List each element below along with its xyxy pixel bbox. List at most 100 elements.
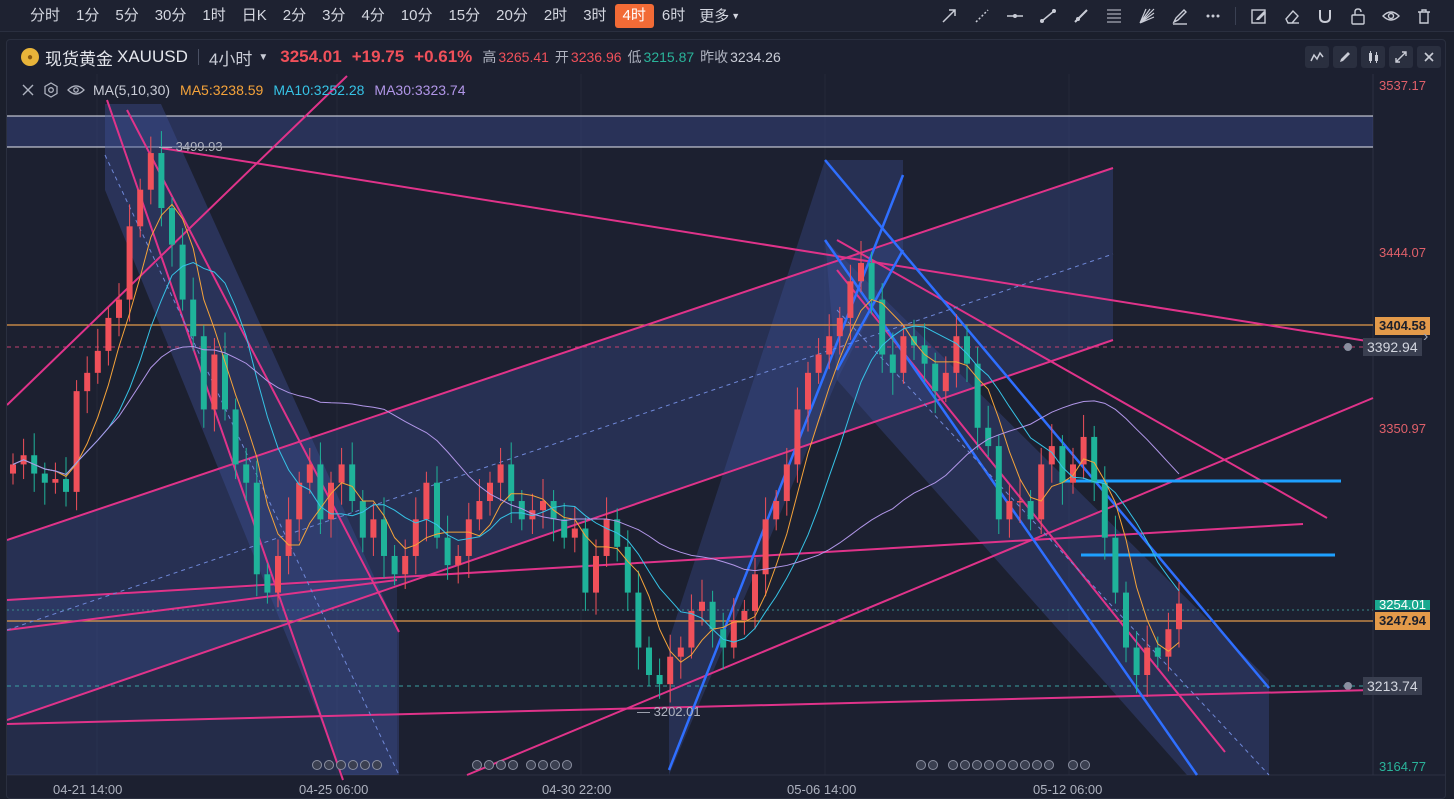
interval-tab[interactable]: 15分: [440, 4, 488, 28]
event-marker[interactable]: [336, 760, 346, 770]
event-marker[interactable]: [1068, 760, 1078, 770]
event-marker[interactable]: [960, 760, 970, 770]
candle[interactable]: [995, 446, 1002, 520]
candle[interactable]: [232, 409, 239, 465]
candle[interactable]: [455, 555, 462, 566]
chevron-right-icon[interactable]: ›: [1423, 328, 1439, 348]
candle[interactable]: [63, 479, 69, 492]
candle[interactable]: [656, 675, 663, 685]
candle[interactable]: [116, 299, 122, 318]
event-marker[interactable]: [1044, 760, 1054, 770]
more-dots-icon[interactable]: [1196, 0, 1229, 32]
gann-fan-icon[interactable]: [1130, 0, 1163, 32]
interval-tab[interactable]: 30分: [147, 4, 195, 28]
symbol-code[interactable]: XAUUSD: [117, 47, 188, 67]
event-marker[interactable]: [526, 760, 536, 770]
interval-tab[interactable]: 3分: [314, 4, 353, 28]
settings-icon[interactable]: [43, 82, 59, 98]
event-marker[interactable]: [984, 760, 994, 770]
event-marker[interactable]: [550, 760, 560, 770]
candle[interactable]: [306, 464, 313, 483]
chart-canvas[interactable]: — 3499.93 — 3202.01: [7, 40, 1446, 799]
more-intervals-button[interactable]: 更多 ▼: [693, 5, 746, 26]
candle[interactable]: [699, 601, 705, 611]
candle[interactable]: [826, 336, 833, 355]
candle[interactable]: [974, 363, 981, 428]
horizontal-line-icon[interactable]: [998, 0, 1031, 32]
candle[interactable]: [359, 501, 366, 538]
arrow-icon[interactable]: [932, 0, 965, 32]
draw-pen-icon[interactable]: [1333, 46, 1357, 68]
visibility-eye-icon[interactable]: [67, 84, 85, 96]
candle[interactable]: [10, 464, 16, 474]
candle[interactable]: [720, 629, 727, 648]
event-marker[interactable]: [472, 760, 482, 770]
candle[interactable]: [84, 372, 91, 392]
candle[interactable]: [243, 464, 250, 483]
candle[interactable]: [783, 464, 790, 502]
candle[interactable]: [1154, 647, 1161, 657]
alert-level-tag[interactable]: 3392.94: [1363, 338, 1422, 356]
indicator-icon[interactable]: [1305, 46, 1329, 68]
candle[interactable]: [593, 555, 599, 593]
interval-tab[interactable]: 6时: [654, 4, 693, 28]
alert-bell-icon[interactable]: [1344, 343, 1352, 351]
candle[interactable]: [94, 350, 101, 373]
alert-bell-icon[interactable]: [1344, 682, 1352, 690]
event-marker[interactable]: [916, 760, 926, 770]
candle[interactable]: [412, 519, 419, 556]
candle[interactable]: [540, 501, 546, 511]
candle[interactable]: [253, 482, 260, 575]
candle-style-icon[interactable]: [1361, 46, 1385, 68]
candle[interactable]: [1123, 592, 1129, 648]
event-marker[interactable]: [1008, 760, 1018, 770]
candle[interactable]: [635, 592, 642, 648]
event-marker[interactable]: [508, 760, 518, 770]
candle[interactable]: [794, 409, 801, 465]
channel-band[interactable]: [7, 580, 397, 775]
event-marker[interactable]: [312, 760, 322, 770]
candle[interactable]: [603, 519, 610, 556]
candle[interactable]: [561, 519, 568, 538]
candle[interactable]: [434, 482, 440, 538]
candle[interactable]: [879, 299, 886, 355]
candle[interactable]: [868, 262, 875, 300]
candle[interactable]: [73, 391, 80, 492]
eye-icon[interactable]: [1374, 0, 1407, 32]
candle[interactable]: [41, 473, 48, 483]
interval-tab[interactable]: 20分: [488, 4, 536, 28]
event-marker[interactable]: [1032, 760, 1042, 770]
candle[interactable]: [752, 574, 758, 611]
candle[interactable]: [1027, 501, 1034, 520]
candle[interactable]: [391, 555, 398, 575]
candle[interactable]: [847, 281, 854, 318]
event-marker[interactable]: [996, 760, 1006, 770]
orange-level-tag[interactable]: 3404.58: [1375, 317, 1430, 335]
candle[interactable]: [836, 317, 843, 337]
event-marker[interactable]: [360, 760, 370, 770]
brush-icon[interactable]: [1163, 0, 1196, 32]
interval-tab[interactable]: 分时: [22, 4, 68, 28]
fibonacci-icon[interactable]: [1097, 0, 1130, 32]
event-marker[interactable]: [948, 760, 958, 770]
event-marker[interactable]: [348, 760, 358, 770]
candle[interactable]: [964, 336, 970, 364]
candle[interactable]: [624, 546, 631, 593]
event-marker[interactable]: [484, 760, 494, 770]
interval-tab[interactable]: 1分: [68, 4, 107, 28]
interval-tab[interactable]: 4时: [614, 3, 654, 28]
candle[interactable]: [476, 501, 483, 520]
event-marker[interactable]: [1020, 760, 1030, 770]
candle[interactable]: [497, 464, 504, 483]
candle[interactable]: [1176, 603, 1182, 630]
candle[interactable]: [444, 537, 451, 566]
candle[interactable]: [423, 482, 430, 520]
candle[interactable]: [1038, 464, 1045, 520]
interval-tab[interactable]: 3时: [575, 4, 614, 28]
candle[interactable]: [285, 519, 292, 556]
candle[interactable]: [1112, 537, 1119, 593]
interval-tab[interactable]: 10分: [393, 4, 441, 28]
candle[interactable]: [985, 427, 992, 447]
candle[interactable]: [338, 464, 345, 483]
interval-tab[interactable]: 2分: [275, 4, 314, 28]
